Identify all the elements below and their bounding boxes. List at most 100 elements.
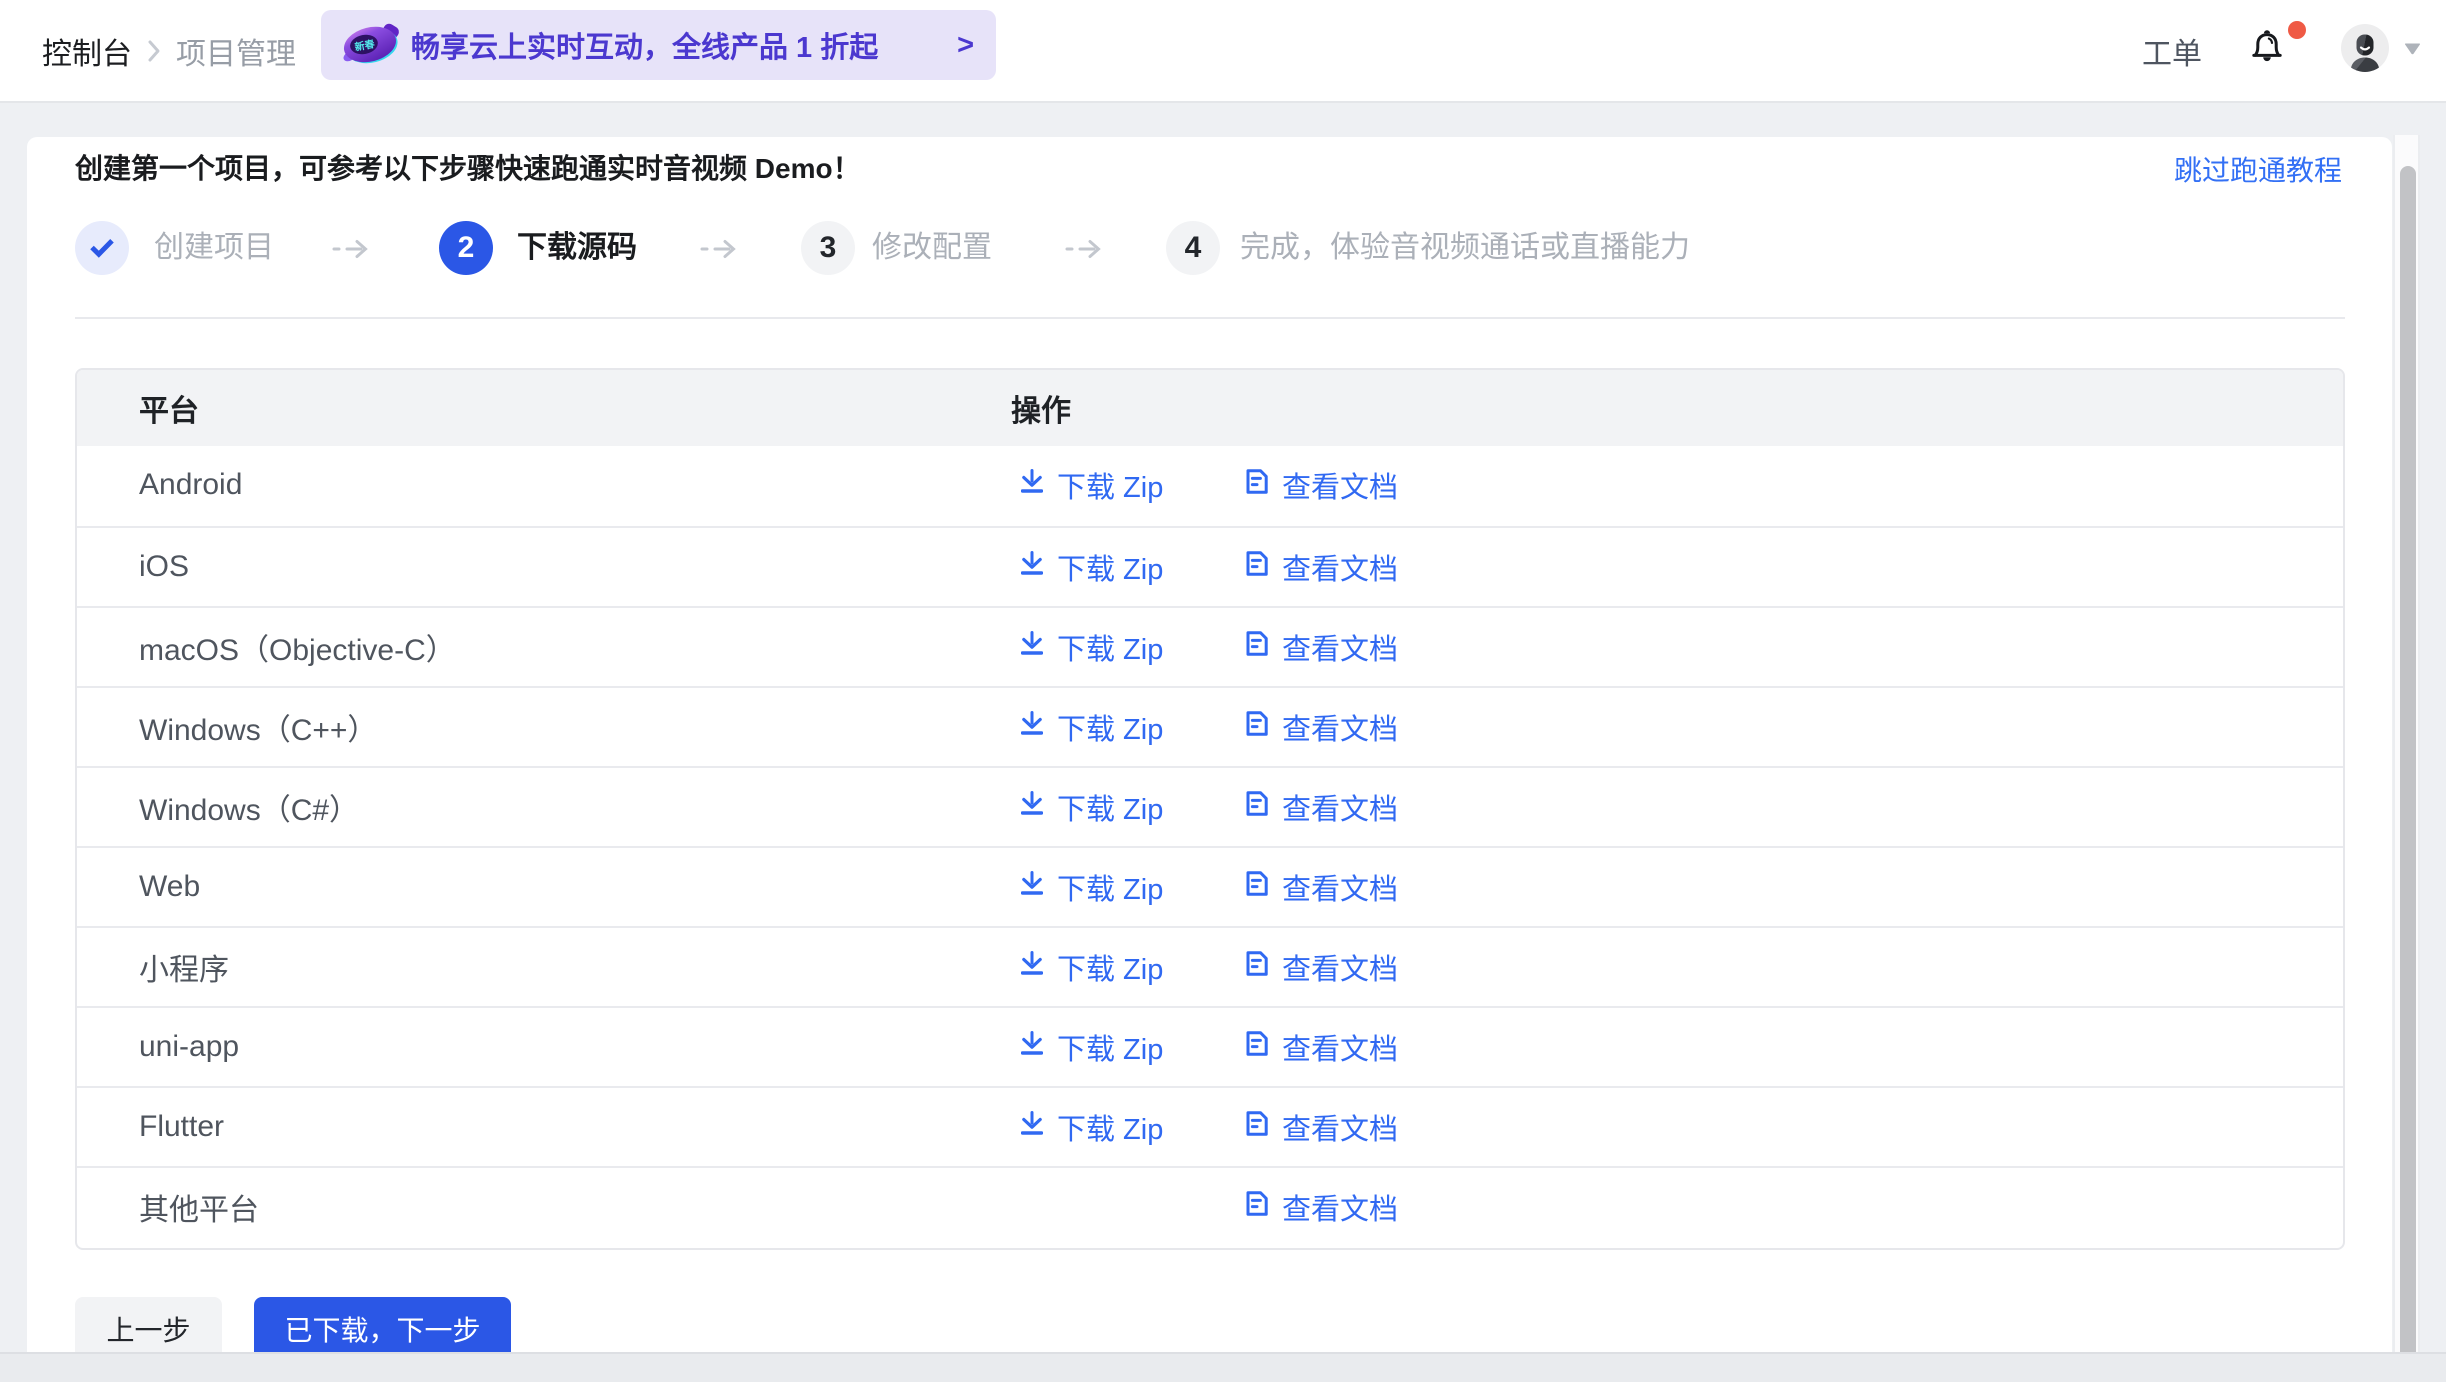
step-1-label: 创建项目 [154,233,274,263]
step-arrow-icon [700,238,738,265]
download-icon [1021,950,1043,984]
document-icon [1246,1031,1268,1064]
table-row: Windows（C++） 下载 Zip 查看文档 [77,686,2343,766]
platform-name: 小程序 [139,928,229,1006]
view-doc-link[interactable]: 查看文档 [1246,688,1398,766]
platform-name: Android [139,446,242,524]
banner-text: 畅享云上实时互动，全线产品 1 折起 [411,10,878,80]
document-icon [1246,711,1268,744]
breadcrumb-item-project-management: 项目管理 [176,29,296,73]
table-row: Web 下载 Zip 查看文档 [77,846,2343,926]
table-row: 小程序 下载 Zip 查看文档 [77,926,2343,1006]
horizontal-scrollbar-area [0,1352,2446,1382]
download-icon [1021,1110,1043,1144]
prev-step-button[interactable]: 上一步 [75,1297,222,1352]
table-row: Windows（C#） 下载 Zip 查看文档 [77,766,2343,846]
onboarding-card: 创建第一个项目，可参考以下步骤快速跑通实时音视频 Demo！ 跳过跑通教程 创建… [27,137,2392,1352]
topbar: 控制台 项目管理 新春 [0,0,2446,103]
download-zip-link[interactable]: 下载 Zip [1021,768,1163,846]
table-body: Android下载 Zip查看文档iOS下载 Zip查看文档macOS（Obje… [77,446,2343,1246]
platform-table: 平台 操作 Android下载 Zip查看文档iOS下载 Zip查看文档macO… [75,368,2345,1250]
breadcrumb-item-console[interactable]: 控制台 [42,29,132,73]
step-3-label: 修改配置 [872,233,992,263]
platform-name: macOS（Objective-C） [139,608,456,686]
table-row: Flutter 下载 Zip 查看文档 [77,1086,2343,1166]
document-icon [1246,871,1268,904]
promo-banner[interactable]: 新春 畅享云上实时互动，全线产品 1 折起 > [321,10,996,80]
platform-name: iOS [139,528,189,606]
document-icon [1246,1191,1268,1224]
step-2-label: 下载源码 [517,233,637,263]
banner-arrow-icon: > [957,10,974,80]
view-doc-link[interactable]: 查看文档 [1246,528,1398,606]
step-3-circle: 3 [801,221,855,275]
scrollbar-thumb[interactable] [2400,166,2416,1352]
download-icon [1021,870,1043,904]
download-icon [1021,790,1043,824]
notification-dot [2288,21,2306,39]
view-doc-link[interactable]: 查看文档 [1246,848,1398,926]
view-doc-link[interactable]: 查看文档 [1246,446,1398,524]
download-icon [1021,468,1043,502]
column-header-actions: 操作 [1011,370,1071,446]
page-title: 创建第一个项目，可参考以下步骤快速跑通实时音视频 Demo！ [75,147,861,191]
document-icon [1246,469,1268,502]
table-row: Android 下载 Zip 查看文档 [77,446,2343,526]
view-doc-link[interactable]: 查看文档 [1246,1008,1398,1086]
skip-tutorial-link[interactable]: 跳过跑通教程 [2174,151,2342,191]
platform-name: Web [139,848,200,926]
table-header: 平台 操作 [77,370,2343,446]
view-doc-link[interactable]: 查看文档 [1246,608,1398,686]
breadcrumb-chevron-icon [146,38,162,64]
breadcrumb: 控制台 项目管理 [42,0,296,101]
download-zip-link[interactable]: 下载 Zip [1021,688,1163,766]
table-row: 其他平台 查看文档 [77,1166,2343,1246]
bell-icon [2252,29,2282,65]
step-2-circle: 2 [439,221,493,275]
document-icon [1246,951,1268,984]
download-icon [1021,710,1043,744]
platform-name: Flutter [139,1088,224,1166]
step-arrow-icon [332,238,370,265]
document-icon [1246,791,1268,824]
chevron-down-icon[interactable] [2404,43,2421,55]
next-step-button[interactable]: 已下载，下一步 [254,1297,511,1352]
step-4-label: 完成，体验音视频通话或直播能力 [1240,233,1690,263]
platform-name: Windows（C++） [139,688,377,766]
download-zip-link[interactable]: 下载 Zip [1021,446,1163,524]
view-doc-link[interactable]: 查看文档 [1246,1088,1398,1166]
table-row: iOS 下载 Zip 查看文档 [77,526,2343,606]
ticket-link[interactable]: 工单 [2142,0,2202,101]
check-icon [89,238,115,258]
divider [75,317,2345,319]
notification-bell-button[interactable] [2252,29,2312,79]
download-zip-link[interactable]: 下载 Zip [1021,1008,1163,1086]
download-zip-link[interactable]: 下载 Zip [1021,608,1163,686]
download-zip-link[interactable]: 下载 Zip [1021,528,1163,606]
table-row: uni-app 下载 Zip 查看文档 [77,1006,2343,1086]
document-icon [1246,631,1268,664]
user-icon [2341,24,2389,72]
document-icon [1246,551,1268,584]
download-icon [1021,1030,1043,1064]
column-header-platform: 平台 [139,370,199,446]
step-1-circle [75,221,129,275]
download-zip-link[interactable]: 下载 Zip [1021,848,1163,926]
download-icon [1021,630,1043,664]
platform-name: 其他平台 [139,1168,259,1246]
view-doc-link[interactable]: 查看文档 [1246,768,1398,846]
download-icon [1021,550,1043,584]
step-arrow-icon [1065,238,1103,265]
promo-megaphone-icon: 新春 [339,20,403,75]
download-zip-link[interactable]: 下载 Zip [1021,1088,1163,1166]
view-doc-link[interactable]: 查看文档 [1246,928,1398,1006]
view-doc-link[interactable]: 查看文档 [1246,1168,1398,1246]
avatar[interactable] [2341,24,2389,72]
platform-name: uni-app [139,1008,239,1086]
download-zip-link[interactable]: 下载 Zip [1021,928,1163,1006]
scrollbar-track[interactable] [2393,135,2420,1352]
step-4-circle: 4 [1166,221,1220,275]
document-icon [1246,1111,1268,1144]
table-row: macOS（Objective-C） 下载 Zip 查看文档 [77,606,2343,686]
platform-name: Windows（C#） [139,768,359,846]
